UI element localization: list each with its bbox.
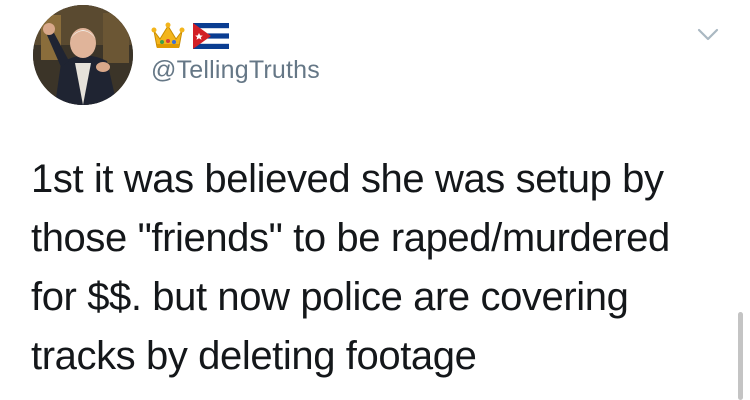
- tweet-card: @TellingTruths 1st it was believed she w…: [0, 0, 750, 400]
- display-name[interactable]: [151, 20, 229, 52]
- tweet-text-line: 1st it was believed she was setup by: [31, 157, 664, 201]
- chevron-down-icon[interactable]: [695, 25, 721, 45]
- cuba-flag-emoji-icon: [193, 23, 229, 49]
- avatar[interactable]: [33, 5, 133, 105]
- tweet-text-line: those "friends" to be raped/murdered: [31, 216, 670, 260]
- avatar-photo: [33, 5, 133, 105]
- user-handle[interactable]: @TellingTruths: [151, 56, 320, 85]
- crown-emoji-icon: [151, 22, 185, 48]
- tweet-text-line: tracks by deleting footage: [31, 334, 477, 378]
- tweet-text: 1st it was believed she was setup by tho…: [31, 150, 731, 386]
- tweet-text-line: for $$. but now police are covering: [31, 275, 629, 319]
- scrollbar[interactable]: [738, 312, 743, 400]
